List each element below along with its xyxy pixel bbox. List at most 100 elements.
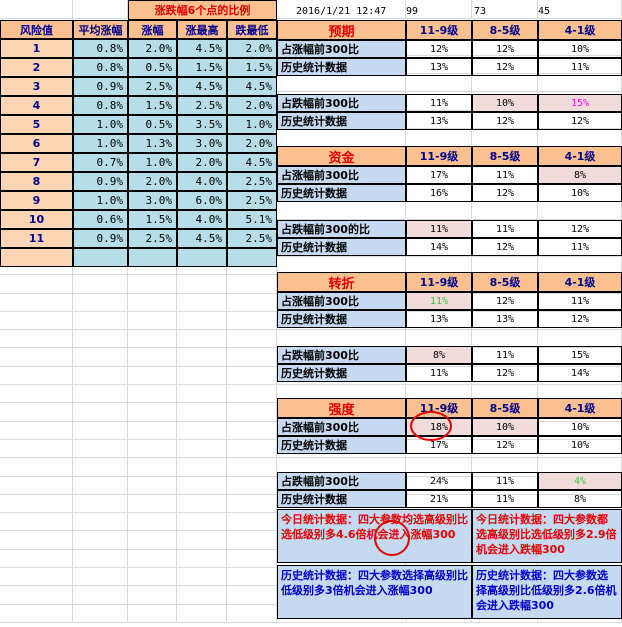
grid-cell[interactable]	[0, 275, 73, 294]
grid-cell[interactable]	[73, 586, 128, 605]
grid-cell[interactable]	[0, 549, 73, 568]
grid-cell[interactable]	[227, 531, 277, 550]
grid-cell[interactable]	[0, 403, 73, 422]
grid-cell[interactable]	[128, 531, 177, 550]
grid-cell[interactable]	[177, 293, 227, 312]
grid-cell[interactable]	[227, 439, 277, 458]
grid-cell[interactable]	[177, 421, 227, 440]
grid-cell[interactable]	[73, 604, 128, 623]
grid-cell[interactable]	[227, 512, 277, 531]
grid-cell[interactable]	[227, 384, 277, 403]
grid-cell[interactable]	[177, 458, 227, 477]
grid-cell[interactable]	[0, 293, 73, 312]
grid-cell[interactable]	[73, 458, 128, 477]
grid-cell[interactable]	[128, 604, 177, 623]
grid-cell[interactable]	[73, 531, 128, 550]
grid-cell[interactable]	[538, 128, 622, 147]
grid-cell[interactable]	[0, 476, 73, 495]
grid-cell[interactable]	[73, 439, 128, 458]
grid-cell[interactable]	[177, 476, 227, 495]
grid-cell[interactable]	[73, 384, 128, 403]
grid-cell[interactable]	[227, 494, 277, 513]
grid-cell[interactable]	[0, 384, 73, 403]
grid-cell[interactable]	[177, 512, 227, 531]
grid-cell[interactable]	[227, 586, 277, 605]
grid-cell[interactable]	[538, 201, 622, 220]
grid-cell[interactable]	[0, 439, 73, 458]
grid-cell[interactable]	[0, 348, 73, 367]
grid-cell[interactable]	[0, 604, 73, 623]
grid-cell[interactable]	[128, 275, 177, 294]
grid-cell[interactable]	[177, 275, 227, 294]
grid-cell[interactable]	[128, 512, 177, 531]
grid-cell[interactable]	[128, 586, 177, 605]
grid-cell[interactable]	[0, 531, 73, 550]
grid-cell[interactable]	[73, 0, 128, 19]
grid-cell[interactable]	[128, 476, 177, 495]
grid-cell[interactable]	[0, 586, 73, 605]
grid-cell[interactable]	[73, 512, 128, 531]
grid-cell[interactable]	[128, 567, 177, 586]
grid-cell[interactable]	[406, 128, 472, 147]
grid-cell[interactable]	[73, 421, 128, 440]
grid-cell[interactable]	[277, 201, 406, 220]
grid-cell[interactable]	[227, 348, 277, 367]
grid-cell[interactable]	[73, 567, 128, 586]
grid-cell[interactable]	[227, 549, 277, 568]
grid-cell[interactable]	[277, 128, 406, 147]
grid-cell[interactable]	[0, 366, 73, 385]
grid-cell[interactable]	[227, 604, 277, 623]
grid-cell[interactable]	[177, 439, 227, 458]
grid-cell[interactable]	[177, 403, 227, 422]
grid-cell[interactable]	[128, 403, 177, 422]
grid-cell[interactable]	[128, 348, 177, 367]
grid-cell[interactable]	[177, 384, 227, 403]
grid-cell[interactable]	[0, 311, 73, 330]
grid-cell[interactable]	[128, 549, 177, 568]
grid-cell[interactable]	[128, 458, 177, 477]
grid-cell[interactable]	[128, 366, 177, 385]
grid-cell[interactable]	[73, 366, 128, 385]
grid-cell[interactable]	[177, 348, 227, 367]
grid-cell[interactable]	[227, 275, 277, 294]
grid-cell[interactable]	[227, 329, 277, 348]
grid-cell[interactable]	[73, 348, 128, 367]
grid-cell[interactable]	[73, 549, 128, 568]
grid-cell[interactable]	[177, 311, 227, 330]
grid-cell[interactable]	[177, 549, 227, 568]
grid-cell[interactable]	[227, 403, 277, 422]
grid-cell[interactable]	[227, 458, 277, 477]
grid-cell[interactable]	[227, 421, 277, 440]
grid-cell[interactable]	[0, 421, 73, 440]
grid-cell[interactable]	[177, 366, 227, 385]
grid-cell[interactable]	[177, 586, 227, 605]
grid-cell[interactable]	[73, 293, 128, 312]
grid-cell[interactable]	[73, 329, 128, 348]
grid-cell[interactable]	[73, 403, 128, 422]
grid-cell[interactable]	[0, 0, 73, 19]
grid-cell[interactable]	[227, 311, 277, 330]
grid-cell[interactable]	[177, 604, 227, 623]
grid-cell[interactable]	[73, 494, 128, 513]
grid-cell[interactable]	[472, 201, 538, 220]
grid-cell[interactable]	[73, 275, 128, 294]
grid-cell[interactable]	[227, 567, 277, 586]
grid-cell[interactable]	[128, 329, 177, 348]
grid-cell[interactable]	[128, 384, 177, 403]
grid-cell[interactable]	[128, 293, 177, 312]
grid-cell[interactable]	[0, 567, 73, 586]
grid-cell[interactable]	[472, 128, 538, 147]
grid-cell[interactable]	[177, 567, 227, 586]
grid-cell[interactable]	[406, 201, 472, 220]
grid-cell[interactable]	[128, 421, 177, 440]
grid-cell[interactable]	[177, 531, 227, 550]
grid-cell[interactable]	[0, 458, 73, 477]
grid-cell[interactable]	[128, 439, 177, 458]
grid-cell[interactable]	[0, 494, 73, 513]
grid-cell[interactable]	[128, 311, 177, 330]
grid-cell[interactable]	[177, 494, 227, 513]
grid-cell[interactable]	[227, 366, 277, 385]
grid-cell[interactable]	[0, 329, 73, 348]
grid-cell[interactable]	[227, 293, 277, 312]
grid-cell[interactable]	[73, 476, 128, 495]
